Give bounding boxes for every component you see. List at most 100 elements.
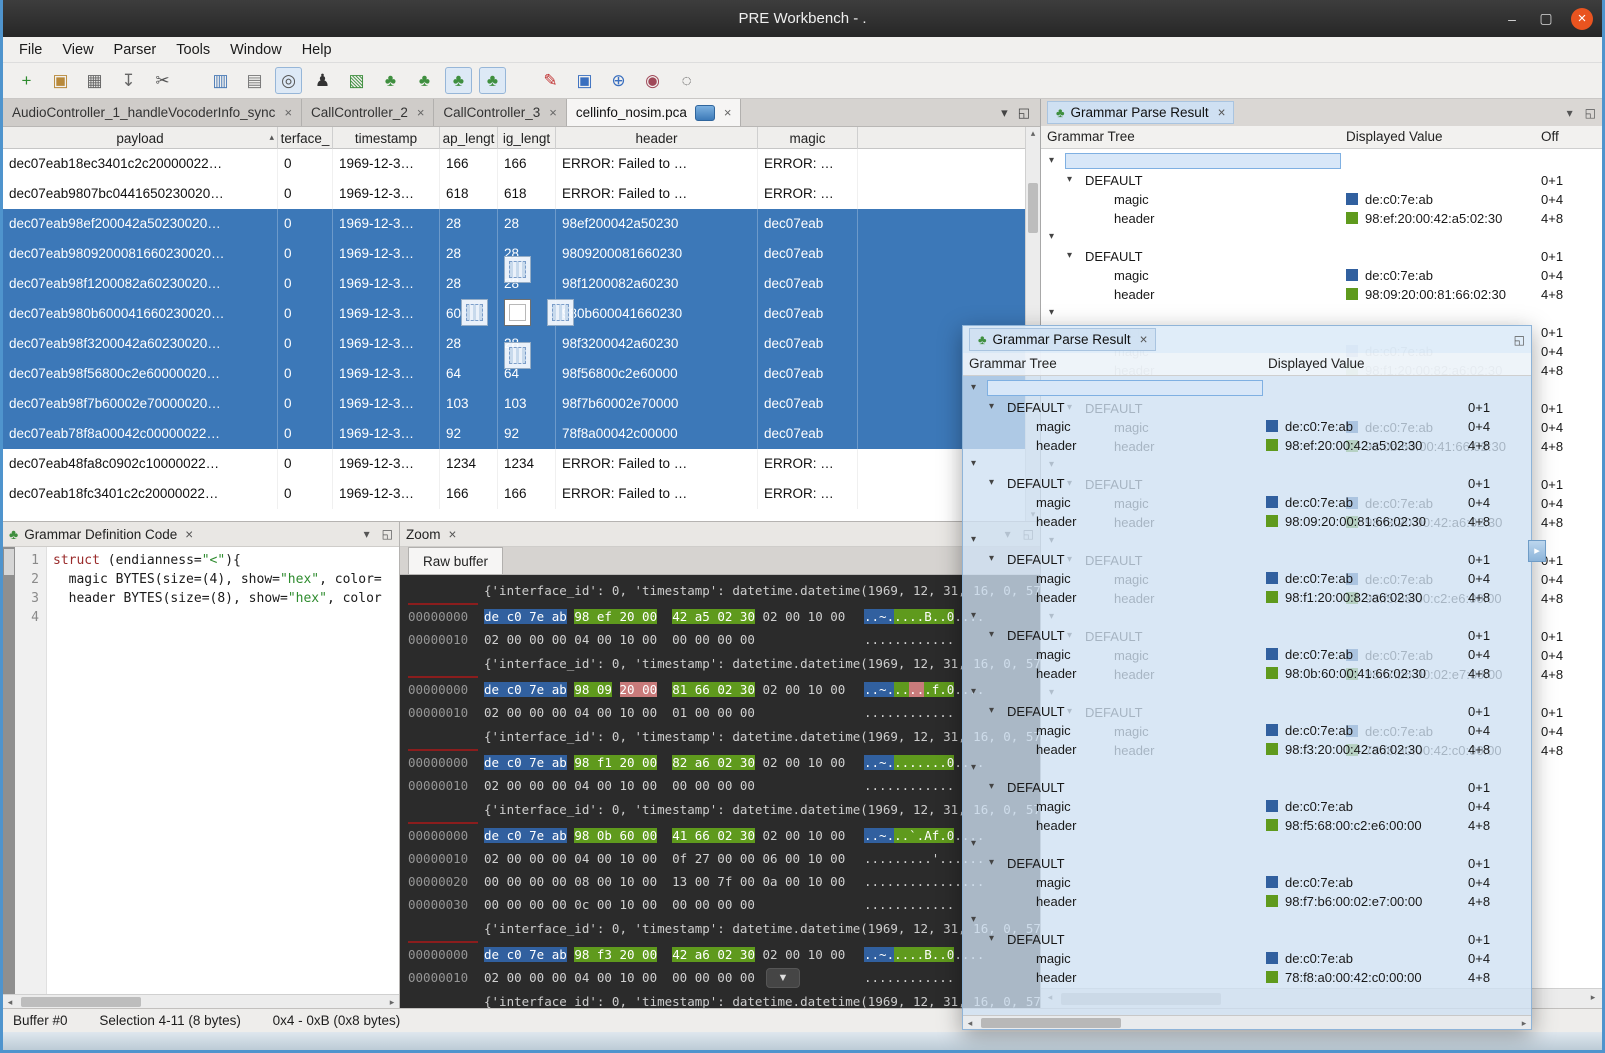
tab-close-icon[interactable]: × (724, 105, 732, 120)
code-line[interactable]: struct (endianness="<"){ (53, 551, 399, 570)
code-editor[interactable]: 1234 struct (endianness="<"){ magic BYTE… (3, 547, 399, 994)
tab-float-icon[interactable]: ◱ (1018, 105, 1030, 121)
titlebar[interactable]: PRE Workbench - . – ▢ × (0, 0, 1605, 37)
tree-field-magic[interactable]: magicde:c0:7e:ab0+4 (1041, 190, 1602, 209)
close-panel-icon[interactable]: × (1218, 105, 1226, 120)
scroll-right-icon[interactable]: ▸ (385, 995, 399, 1009)
menu-window[interactable]: Window (220, 37, 292, 63)
chevron-down-icon[interactable]: ▾ (1067, 174, 1072, 185)
chevron-down-icon[interactable]: ▾ (989, 705, 994, 716)
tree-node-default[interactable]: ▾DEFAULT0+1 (963, 930, 1531, 949)
chevron-down-icon[interactable]: ▾ (971, 534, 976, 545)
tree-node-default[interactable]: ▾DEFAULT0+1 (963, 550, 1531, 569)
grammar-definition-header[interactable]: ♣ Grammar Definition Code × ▾ ◱ (3, 522, 399, 547)
tree-node-default[interactable]: ▾DEFAULT0+1 (963, 778, 1531, 797)
close-button[interactable]: × (1571, 8, 1593, 30)
menu-help[interactable]: Help (292, 37, 342, 63)
scroll-left-icon[interactable]: ◂ (963, 1016, 977, 1030)
hex-line[interactable]: 0000001002 00 00 00 04 00 10 00 0f 27 00… (408, 848, 1040, 871)
tree-field-magic[interactable]: magicde:c0:7e:ab0+4 (963, 417, 1531, 436)
code-hscrollbar[interactable]: ◂ ▸ (3, 994, 399, 1008)
tree-node-root[interactable]: ▾ (1041, 152, 1602, 171)
chevron-down-icon[interactable]: ▾ (989, 629, 994, 640)
tree-field-header[interactable]: header98:f1:20:00:82:a6:02:304+8 (963, 588, 1531, 607)
capture-icon[interactable]: ◉ (639, 67, 666, 94)
hex-line[interactable]: 0000001002 00 00 00 04 00 10 00 00 00 00… (408, 967, 1040, 990)
chevron-down-icon[interactable]: ▾ (989, 857, 994, 868)
chevron-down-icon[interactable]: ▾ (989, 781, 994, 792)
chevron-down-icon[interactable]: ▾ (989, 553, 994, 564)
window-icon[interactable]: ▣ (571, 67, 598, 94)
code-line[interactable] (53, 608, 399, 627)
dock-drop-center[interactable] (504, 299, 531, 326)
tree-field-header[interactable]: header98:0b:60:00:41:66:02:304+8 (963, 664, 1531, 683)
tree-node-default[interactable]: ▾DEFAULT0+1 (963, 702, 1531, 721)
tree-node-default[interactable]: ▾DEFAULT0+1 (1041, 171, 1602, 190)
tab-2[interactable]: CallController_2× (302, 99, 434, 126)
table-row[interactable]: dec07eab9807bc0441650230020…01969-12-3…6… (3, 179, 1040, 209)
chevron-down-icon[interactable]: ▾ (1049, 155, 1054, 166)
tree-field-magic[interactable]: magicde:c0:7e:ab0+4 (1041, 266, 1602, 285)
scroll-up-icon[interactable]: ▴ (1026, 128, 1040, 139)
dock-drop-bottom[interactable] (504, 342, 531, 369)
tree-field-magic[interactable]: magicde:c0:7e:ab0+4 (963, 873, 1531, 892)
marker-icon[interactable]: ✎ (537, 67, 564, 94)
hex-line[interactable]: 0000003000 00 00 00 0c 00 10 00 00 00 00… (408, 894, 1040, 917)
robot-icon[interactable]: ♟ (309, 67, 336, 94)
tree-field-magic[interactable]: magicde:c0:7e:ab0+4 (963, 721, 1531, 740)
parse-result-tab[interactable]: ♣ Grammar Parse Result × (969, 328, 1156, 351)
tab-raw-buffer[interactable]: Raw buffer (408, 547, 503, 574)
floating-window-header[interactable]: ♣ Grammar Parse Result × ◱ (963, 326, 1531, 353)
tree-node-default[interactable]: ▾DEFAULT0+1 (963, 626, 1531, 645)
tree-field-header[interactable]: header98:09:20:00:81:66:02:304+8 (1041, 285, 1602, 304)
dock-drop-left[interactable] (461, 299, 488, 326)
parse-result-tab[interactable]: ♣ Grammar Parse Result × (1047, 101, 1234, 124)
panel-float-icon[interactable]: ◱ (1585, 106, 1596, 120)
new-file-icon[interactable]: + (13, 67, 40, 94)
scrollbar-thumb[interactable] (21, 997, 141, 1007)
save-icon[interactable]: ▦ (81, 67, 108, 94)
chevron-down-icon[interactable]: ▾ (1049, 231, 1054, 242)
tab-1[interactable]: AudioController_1_handleVocoderInfo_sync… (3, 99, 302, 126)
scrollbar-thumb[interactable] (1028, 183, 1038, 233)
column-header-timestamp[interactable]: timestamp (333, 127, 440, 149)
menu-view[interactable]: View (52, 37, 103, 63)
hex-line[interactable]: 0000001002 00 00 00 04 00 10 00 00 00 00… (408, 775, 1040, 798)
table-row[interactable]: dec07eab78f8a00042c00000022…01969-12-3…9… (3, 419, 1040, 449)
column-header-terface_[interactable]: terface_ (278, 127, 333, 149)
code-line[interactable]: magic BYTES(size=(4), show="hex", color= (53, 570, 399, 589)
code-lines[interactable]: struct (endianness="<"){ magic BYTES(siz… (47, 547, 399, 994)
open-file-icon[interactable]: ▣ (47, 67, 74, 94)
maximize-button[interactable]: ▢ (1537, 10, 1555, 27)
tree-field-header[interactable]: header98:09:20:00:81:66:02:304+8 (963, 512, 1531, 531)
image-icon[interactable]: ▧ (343, 67, 370, 94)
web-icon[interactable]: ⊕ (605, 67, 632, 94)
panel-menu-icon[interactable]: ▾ (364, 527, 370, 541)
tree-field-magic[interactable]: magicde:c0:7e:ab0+4 (963, 493, 1531, 512)
tree-node-root[interactable]: ▾ (1041, 228, 1602, 247)
tree-node-root[interactable]: ▾ (963, 531, 1531, 550)
code-line[interactable]: header BYTES(size=(8), show="hex", color (53, 589, 399, 608)
tree-node-default[interactable]: ▾DEFAULT0+1 (963, 854, 1531, 873)
hex-line[interactable]: 00000000de c0 7e ab 98 ef 20 00 42 a5 02… (408, 606, 1040, 629)
hex-line[interactable]: 00000000de c0 7e ab 98 f1 20 00 82 a6 02… (408, 752, 1040, 775)
hex-line[interactable]: 00000000de c0 7e ab 98 f3 20 00 42 a6 02… (408, 944, 1040, 967)
hex-line[interactable]: 00000000de c0 7e ab 98 0b 60 00 41 66 02… (408, 825, 1040, 848)
chevron-down-icon[interactable]: ▾ (971, 838, 976, 849)
chevron-down-icon[interactable]: ▾ (971, 762, 976, 773)
tree-node-default[interactable]: ▾DEFAULT0+1 (1041, 247, 1602, 266)
overview-thumb[interactable] (4, 549, 14, 575)
table-row[interactable]: dec07eab18fc3401c2c20000022…01969-12-3…1… (3, 479, 1040, 509)
tree-field-magic[interactable]: magicde:c0:7e:ab0+4 (963, 797, 1531, 816)
chevron-down-icon[interactable]: ▾ (989, 401, 994, 412)
search-icon[interactable]: ◌ (673, 67, 700, 94)
panel-menu-icon[interactable]: ▾ (1567, 106, 1573, 120)
table-row[interactable]: dec07eab18ec3401c2c20000022…01969-12-3…1… (3, 149, 1040, 179)
tree-node-root[interactable]: ▾ (963, 607, 1531, 626)
hex-line[interactable]: 0000001002 00 00 00 04 00 10 00 01 00 00… (408, 702, 1040, 725)
tree-node-default[interactable]: ▾DEFAULT0+1 (963, 398, 1531, 417)
paste-icon[interactable]: ▥ (207, 67, 234, 94)
dock-drop-right[interactable] (547, 299, 574, 326)
menu-tools[interactable]: Tools (166, 37, 220, 63)
scroll-down-button[interactable]: ▼ (766, 968, 800, 988)
